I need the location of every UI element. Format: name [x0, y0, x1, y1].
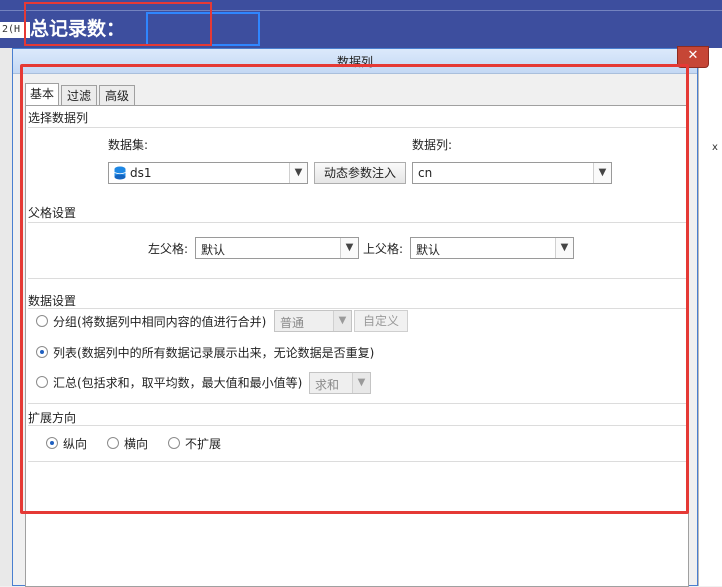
close-icon: ✕: [687, 48, 699, 63]
right-grid-edge: [698, 48, 722, 586]
annotation-box-total-records: [24, 2, 212, 46]
annotation-box-dialog: [20, 64, 689, 514]
left-gutter: [0, 48, 12, 586]
right-grid-marker: x: [712, 142, 718, 153]
